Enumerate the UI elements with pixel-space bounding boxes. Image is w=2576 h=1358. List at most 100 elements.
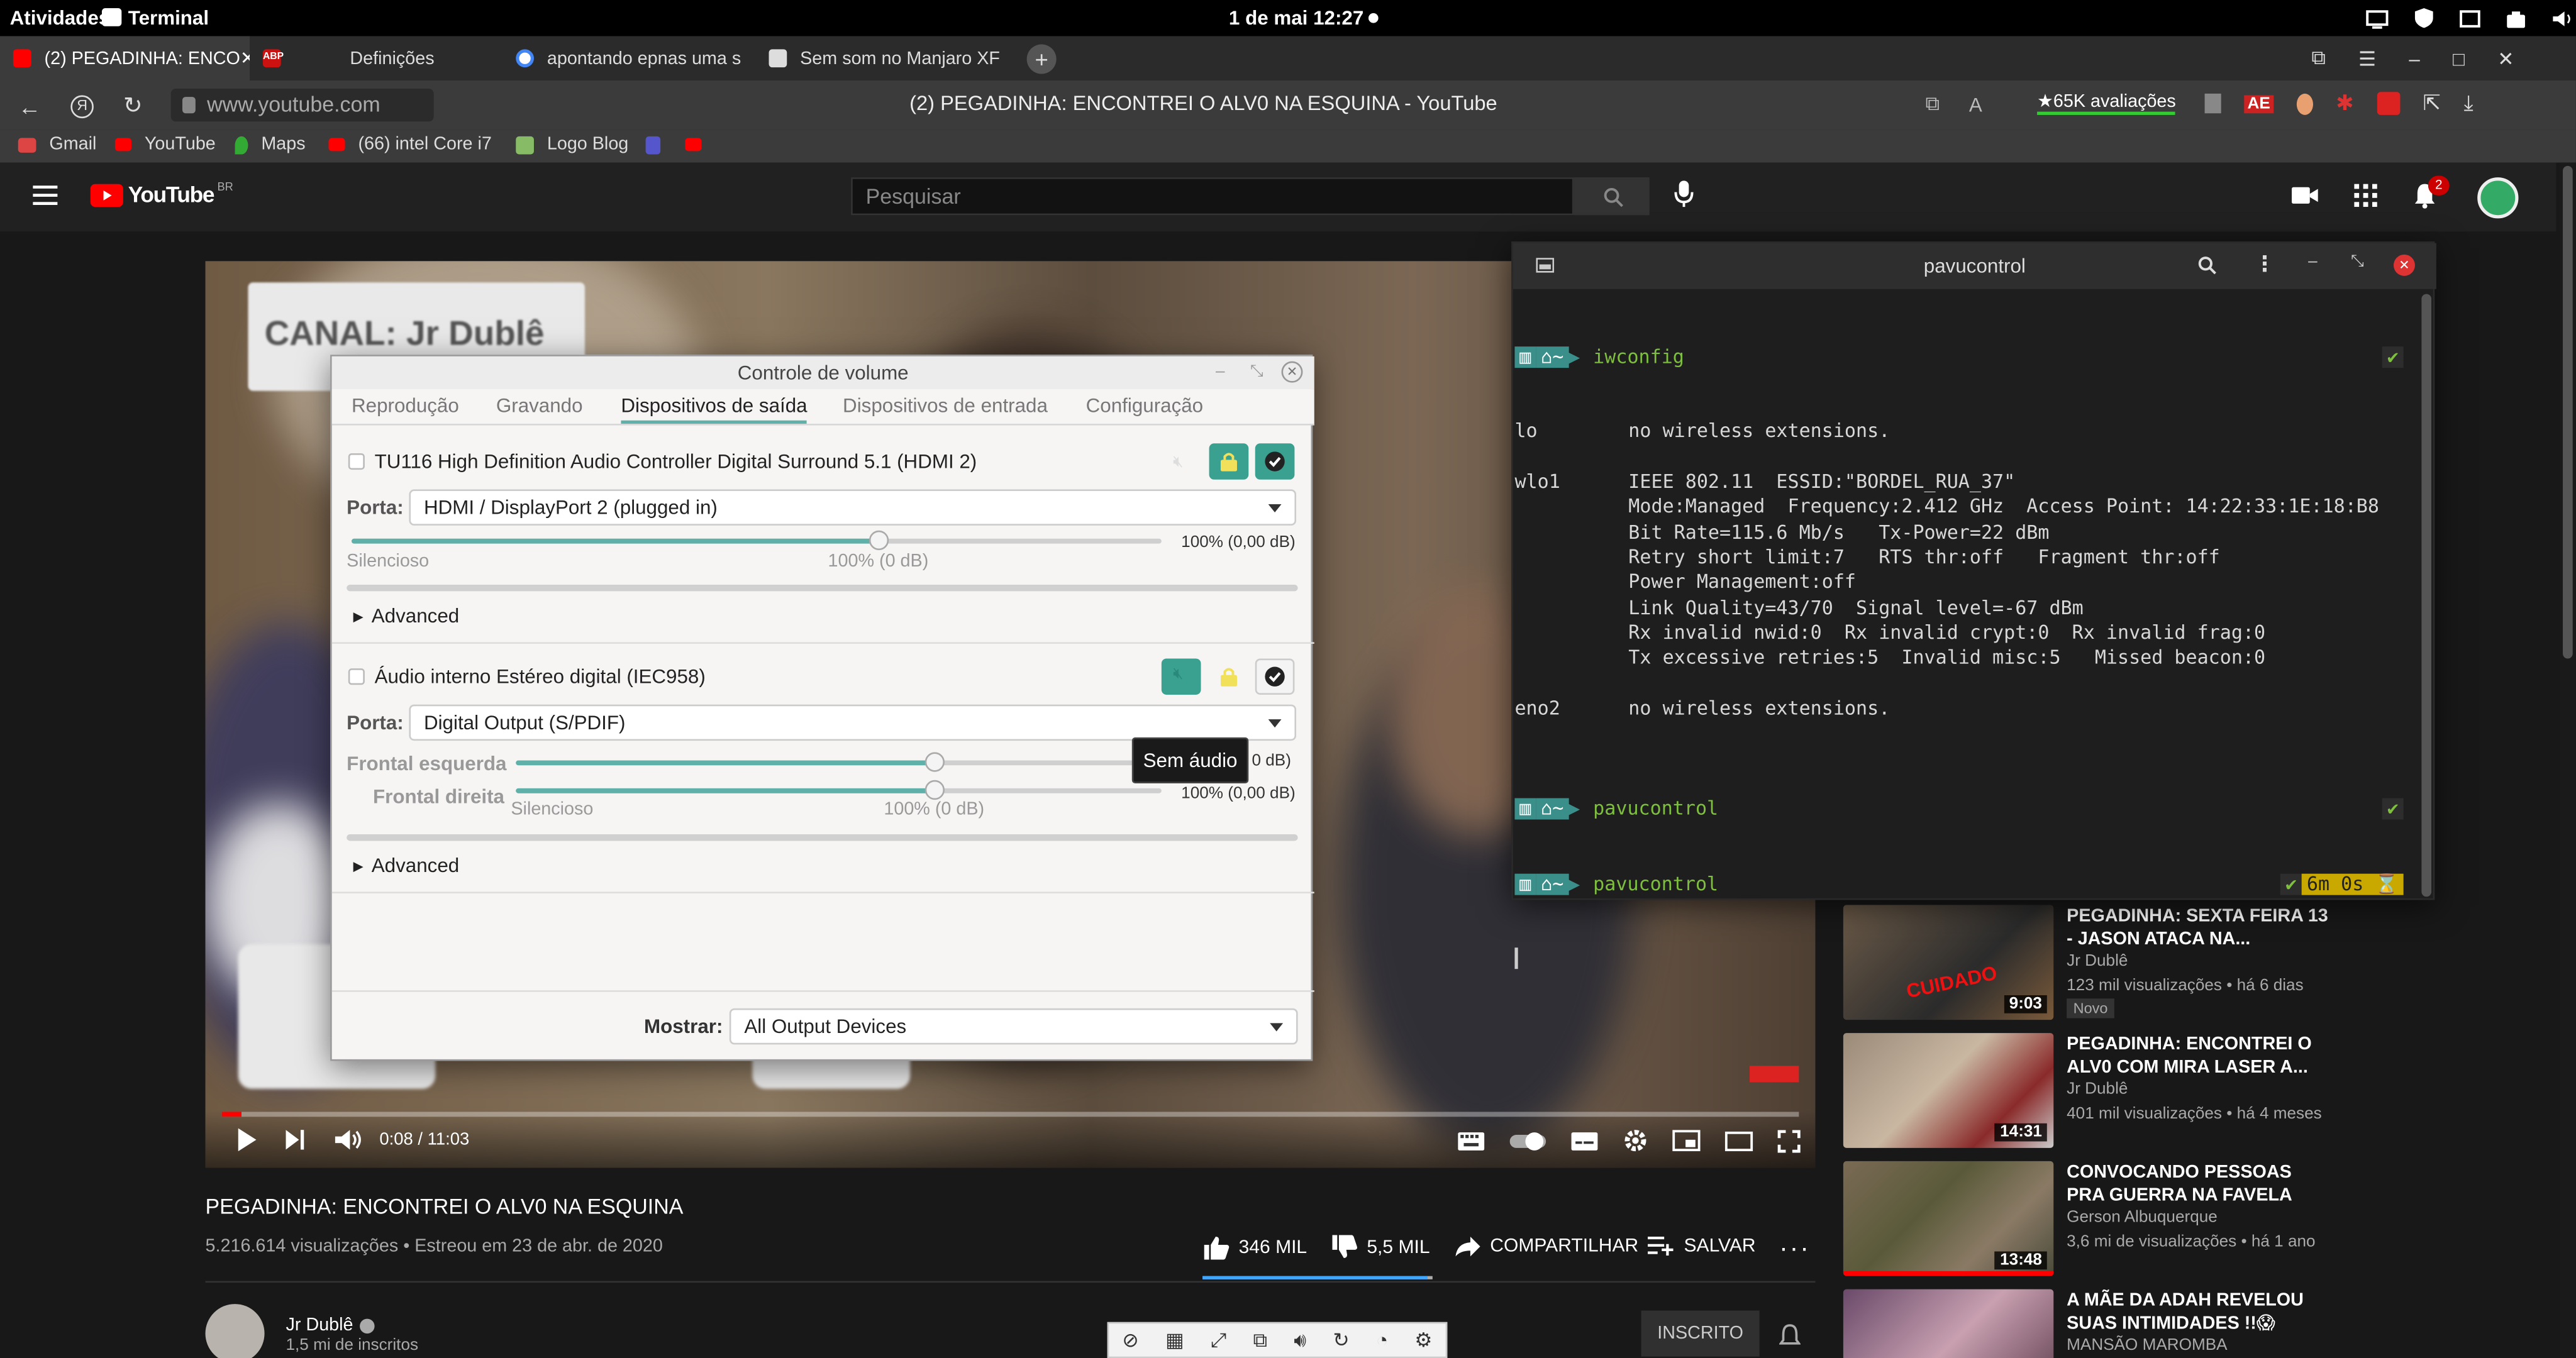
clock[interactable]: 1 de mai 12:27 xyxy=(1229,6,1363,30)
video-thumbnail[interactable] xyxy=(1843,1289,2054,1358)
user-avatar[interactable] xyxy=(2477,177,2519,219)
close-icon[interactable]: ✕ xyxy=(1281,361,1303,383)
display-icon[interactable] xyxy=(2366,8,2389,29)
search-icon[interactable] xyxy=(2198,257,2216,275)
left-channel-slider-knob[interactable] xyxy=(924,752,945,772)
advanced-expander[interactable]: ▶ Advanced xyxy=(353,604,460,627)
download-icon[interactable]: ⤓ xyxy=(2464,91,2473,117)
maximize-icon[interactable]: □ xyxy=(2453,47,2465,70)
video-thumbnail[interactable]: 13:48 xyxy=(1843,1161,2054,1276)
activities-button[interactable]: Atividades xyxy=(10,6,110,30)
bookmark-intel[interactable]: (66) intel Core i7 8 xyxy=(328,135,496,155)
bookmark-youtube[interactable]: YouTube xyxy=(114,135,216,155)
tab-output-devices[interactable]: Dispositivos de saída xyxy=(621,394,808,424)
create-video-icon[interactable] xyxy=(2292,185,2318,205)
copy-icon[interactable]: ⧉ xyxy=(1925,92,1939,116)
tab-playback[interactable]: Reprodução xyxy=(352,394,459,417)
mute-icon[interactable]: 🔇︎ xyxy=(1173,453,1183,472)
recommendation-item[interactable]: 14:31 PEGADINHA: ENCONTREI O ALV0 COM MI… xyxy=(1843,1033,2533,1151)
camera-icon[interactable] xyxy=(2506,8,2527,29)
bookmark-youtube-icon[interactable] xyxy=(685,138,702,152)
right-channel-slider-knob[interactable] xyxy=(924,780,945,800)
bookmark-icon[interactable] xyxy=(2204,93,2221,114)
maximize-icon[interactable]: ⤡ xyxy=(1250,356,1263,389)
ext-ae-icon[interactable]: AE xyxy=(2244,94,2274,113)
expand-icon[interactable]: ⤢ xyxy=(1211,1328,1226,1352)
recommendation-item[interactable]: A MÃE DA ADAH REVELOU SUAS INTIMIDADES !… xyxy=(1843,1289,2533,1358)
minimize-icon[interactable]: – xyxy=(2409,47,2419,70)
play-icon[interactable] xyxy=(235,1127,258,1153)
set-default-button[interactable] xyxy=(1255,658,1295,695)
volume-slider-knob[interactable] xyxy=(869,530,889,551)
save-button[interactable]: SALVAR xyxy=(1648,1235,1756,1256)
share-button[interactable]: COMPARTILHAR xyxy=(1454,1235,1638,1258)
window-icon[interactable] xyxy=(2459,8,2480,29)
like-button[interactable]: 346 MIL xyxy=(1202,1235,1307,1260)
shield-icon[interactable] xyxy=(2413,6,2434,30)
recommendation-item[interactable]: 13:48 CONVOCANDO PESSOAS PRA GUERRA NA F… xyxy=(1843,1161,2533,1279)
address-bar[interactable]: www.youtube.com xyxy=(170,89,434,122)
subtitles-icon[interactable] xyxy=(1570,1130,1598,1150)
tab-recording[interactable]: Gravando xyxy=(496,394,583,417)
tab-input-devices[interactable]: Dispositivos de entrada xyxy=(843,394,1048,417)
terminal-scrollbar[interactable] xyxy=(2421,294,2432,897)
ext-gear-icon[interactable]: ✱ xyxy=(2336,91,2353,117)
apps-grid-icon[interactable] xyxy=(2354,184,2377,207)
settings-gear-icon[interactable] xyxy=(1623,1129,1648,1153)
yandex-icon[interactable]: Я xyxy=(70,94,94,118)
page-scrollbar[interactable] xyxy=(2559,162,2576,1358)
bookmark-ext-icon[interactable] xyxy=(645,136,661,155)
volume-icon[interactable] xyxy=(333,1129,363,1152)
app-menu[interactable]: Terminal xyxy=(128,6,209,30)
terminal-output[interactable]: ▥ ⌂~ ▶ iwconfig ✔ lo no wireless extension… xyxy=(1513,294,2420,969)
advanced-expander[interactable]: ▶ Advanced xyxy=(353,854,460,877)
terminal-titlebar[interactable]: pavucontrol ⋮ – ⤡ ✕ xyxy=(1513,243,2436,289)
tab-youtube[interactable]: (2) PEGADINHA: ENCO ✕ xyxy=(0,36,250,80)
rotate-icon[interactable]: ↻ xyxy=(1333,1328,1349,1352)
search-button[interactable] xyxy=(1574,177,1650,216)
more-actions-icon[interactable]: ··· xyxy=(1779,1235,1811,1264)
reload-icon[interactable]: ↻ xyxy=(123,92,143,119)
notification-bell-icon[interactable] xyxy=(1779,1323,1801,1348)
tab-configuration[interactable]: Configuração xyxy=(1086,394,1203,417)
volume-icon[interactable] xyxy=(2551,8,2575,29)
keyboard-icon[interactable] xyxy=(1457,1130,1485,1150)
system-tray[interactable] xyxy=(2366,6,2576,30)
youtube-logo[interactable]: YouTube BR xyxy=(90,182,233,207)
autoplay-toggle-icon[interactable] xyxy=(1509,1130,1546,1150)
film-icon[interactable]: ▦ xyxy=(1165,1328,1184,1352)
translate-icon[interactable]: A xyxy=(1969,93,1982,116)
disable-icon[interactable]: ⊘ xyxy=(1122,1328,1138,1352)
next-icon[interactable] xyxy=(284,1129,308,1152)
hamburger-menu-icon[interactable] xyxy=(33,185,58,206)
video-thumbnail[interactable]: 14:31 xyxy=(1843,1033,2054,1148)
close-window-icon[interactable]: ✕ xyxy=(2497,47,2514,70)
rating-badge[interactable]: ★65K avaliações xyxy=(2037,91,2176,115)
close-tab-icon[interactable]: ✕ xyxy=(240,48,250,69)
speedometer-icon[interactable]: ◔ xyxy=(1376,1328,1388,1352)
close-icon[interactable]: ✕ xyxy=(2393,254,2415,276)
ext-stop-icon[interactable] xyxy=(2377,92,2400,115)
port-dropdown[interactable]: Digital Output (S/PDIF) xyxy=(409,704,1297,741)
video-progress-bar[interactable] xyxy=(221,1112,1799,1117)
settings-icon[interactable]: ⚙︎ xyxy=(1414,1328,1432,1352)
lock-channels-button[interactable] xyxy=(1209,443,1249,480)
tab-settings[interactable]: ABP Definições xyxy=(250,36,501,80)
copy-icon[interactable]: ⧉ xyxy=(1253,1328,1267,1352)
show-devices-dropdown[interactable]: All Output Devices xyxy=(729,1008,1298,1045)
fullscreen-icon[interactable] xyxy=(1777,1129,1801,1152)
tab-manjaro[interactable]: Sem som no Manjaro XF xyxy=(756,36,1006,80)
new-tab-button[interactable]: + xyxy=(1026,44,1057,74)
lock-icon[interactable] xyxy=(1220,667,1237,687)
channel-avatar[interactable] xyxy=(205,1304,265,1358)
miniplayer-icon[interactable] xyxy=(1672,1130,1701,1152)
theater-mode-icon[interactable] xyxy=(1724,1130,1753,1151)
back-icon[interactable]: ← xyxy=(18,93,42,119)
speaker-icon[interactable]: 🔊︎ xyxy=(1294,1328,1306,1352)
window-titlebar[interactable]: Controle de volume – ⤡ ✕ xyxy=(331,356,1314,390)
mute-button[interactable]: 🔇︎ xyxy=(1161,658,1201,695)
maximize-icon[interactable]: ⤡ xyxy=(2351,253,2364,271)
minimize-icon[interactable]: – xyxy=(1216,356,1225,389)
ext-share-icon[interactable]: ⇱ xyxy=(2423,91,2441,117)
ext-egg-icon[interactable] xyxy=(2296,92,2313,114)
